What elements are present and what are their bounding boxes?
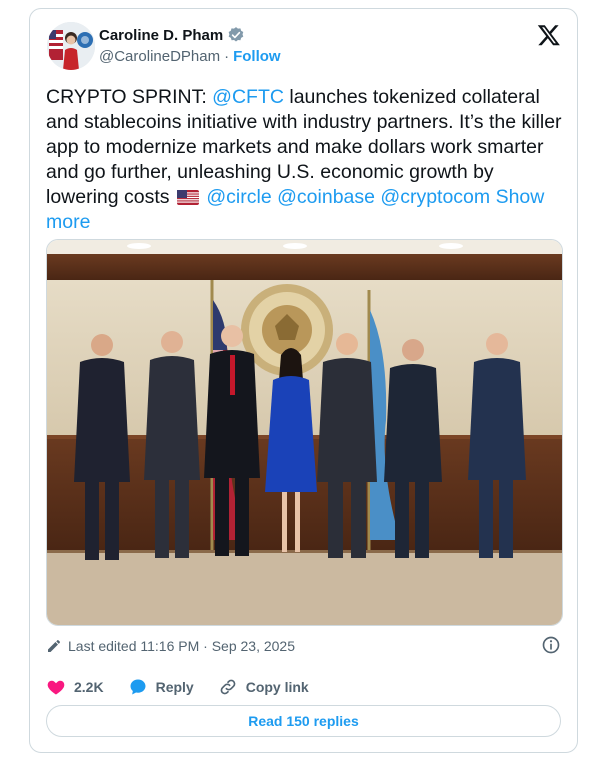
pencil-icon — [48, 640, 60, 652]
mention-cryptocom[interactable]: @cryptocom — [380, 186, 490, 208]
x-logo-icon[interactable] — [537, 23, 561, 47]
read-replies-button[interactable]: Read 150 replies — [46, 705, 561, 737]
tweet-text: CRYPTO SPRINT: @CFTC launches tokenized … — [46, 85, 566, 235]
tweet-photo[interactable] — [46, 239, 563, 626]
author-handle[interactable]: @CarolineDPham — [99, 48, 220, 65]
like-button[interactable]: 2.2K — [46, 677, 104, 697]
reply-button[interactable]: Reply — [128, 677, 194, 697]
action-bar: 2.2K Reply Copy link — [46, 675, 333, 699]
verified-badge-icon — [228, 27, 244, 42]
avatar[interactable] — [47, 22, 95, 70]
mention-circle[interactable]: @circle — [206, 186, 271, 208]
author-name[interactable]: Caroline D. Pham — [99, 27, 223, 44]
last-edited-timestamp[interactable]: Last edited 11:16 PM · Sep 23, 2025 — [68, 638, 295, 654]
info-icon[interactable] — [541, 635, 561, 655]
follow-button[interactable]: Follow — [233, 48, 281, 65]
tweet-card: Caroline D. Pham @CarolineDPham · Follow… — [29, 8, 578, 753]
mention-cftc[interactable]: @CFTC — [212, 86, 284, 108]
link-icon — [220, 679, 236, 695]
author-handle-row: @CarolineDPham · Follow — [99, 48, 281, 65]
copy-link-button[interactable]: Copy link — [218, 677, 309, 697]
reply-bubble-icon — [130, 679, 146, 695]
copy-link-label: Copy link — [245, 679, 309, 695]
separator-dot: · — [224, 48, 230, 65]
tweet-text-part: CRYPTO SPRINT: — [46, 86, 213, 108]
us-flag-emoji-icon — [176, 190, 199, 205]
heart-icon — [47, 680, 65, 695]
edit-info-row: Last edited 11:16 PM · Sep 23, 2025 — [46, 635, 561, 657]
mention-coinbase[interactable]: @coinbase — [277, 186, 375, 208]
author-name-row: Caroline D. Pham — [99, 26, 245, 44]
like-count: 2.2K — [74, 679, 104, 695]
reply-label: Reply — [155, 679, 194, 695]
